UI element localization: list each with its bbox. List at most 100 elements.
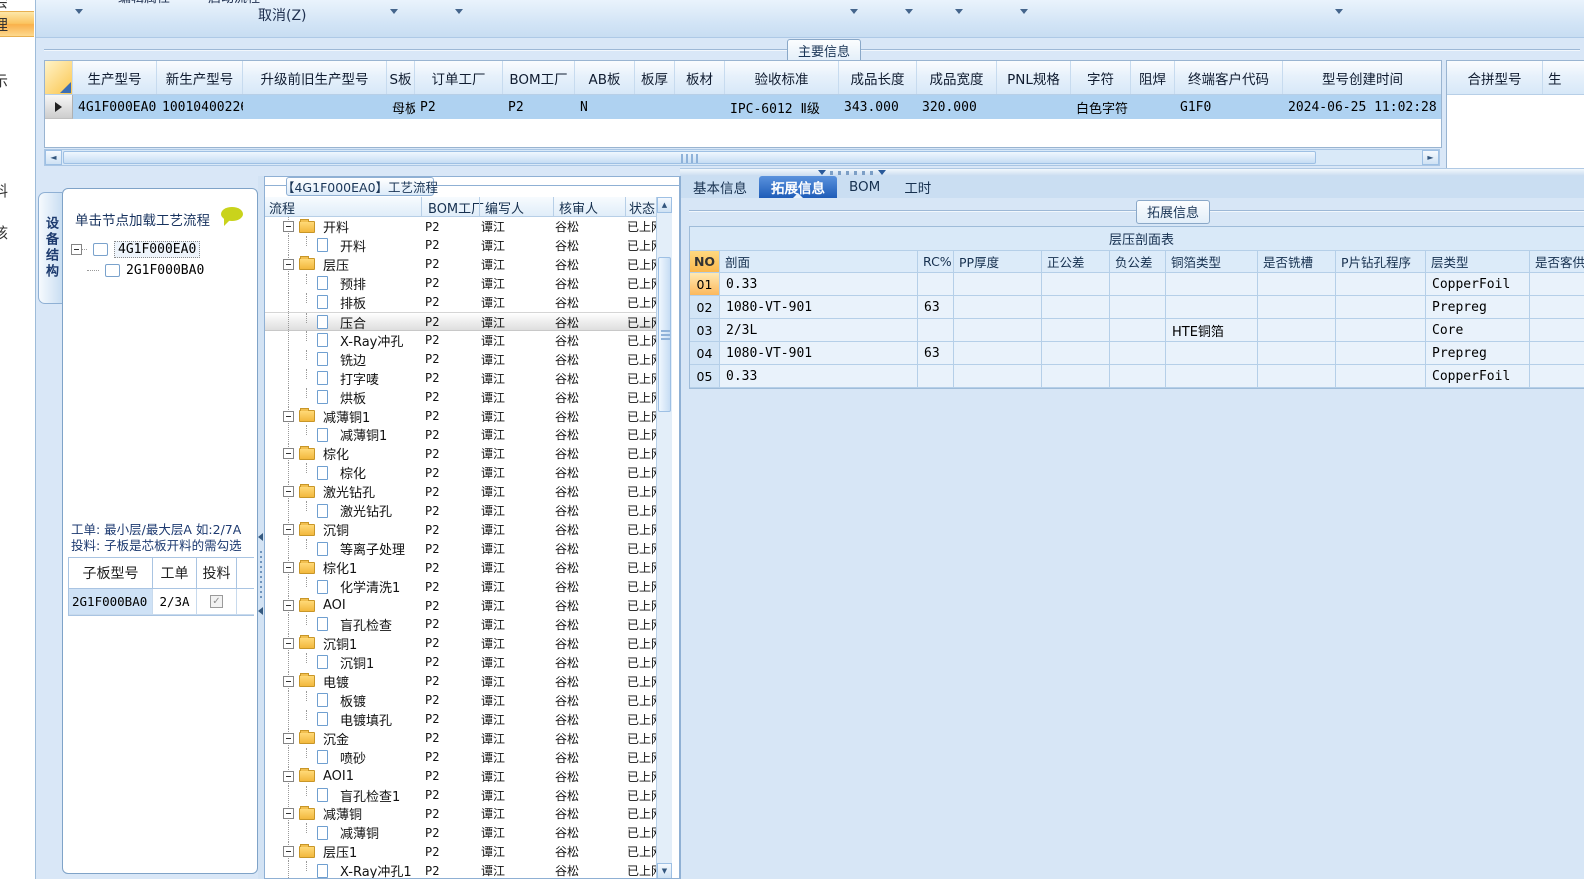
column-header-10[interactable]: 验收标准 [725,61,839,94]
flow-column-header-2[interactable]: BOM工厂 [428,197,484,217]
vertical-scrollbar-thumb[interactable] [658,257,671,412]
collapse-icon[interactable] [283,637,294,649]
collapse-icon[interactable] [283,486,294,498]
flow-row-等离子处理[interactable]: 等离子处理 P2 谭江 谷松 已上网 [265,539,656,559]
scroll-down-button[interactable]: ▼ [657,863,672,878]
collapse-icon[interactable] [283,846,294,858]
collapse-icon[interactable] [283,600,294,611]
column-header-1[interactable]: 生产型号 [73,61,157,94]
flow-row-排板[interactable]: 排板 P2 谭江 谷松 已上网 [265,292,656,312]
column-header-12[interactable]: 成品宽度 [917,61,997,94]
flow-row-层压1[interactable]: 层压1 P2 谭江 谷松 已上网 [265,842,656,862]
lam-row-02[interactable]: 02 1080-VT-901 63 Prepreg [690,296,1584,319]
lam-column-header-8[interactable]: 是否铣槽 [1258,251,1336,272]
collapse-icon[interactable] [283,221,294,232]
lam-row-04[interactable]: 04 1080-VT-901 63 Prepreg [690,342,1584,365]
horizontal-scrollbar-thumb[interactable] [63,151,1316,164]
merge-model-column-header[interactable]: 合拼型号 [1447,61,1543,94]
flow-row-预排[interactable]: 预排 P2 谭江 谷松 已上网 [265,273,656,293]
column-header-3[interactable]: 升级前旧生产型号 [243,61,387,94]
column-header-16[interactable]: 终端客户代码 [1175,61,1283,94]
device-tree-root-label[interactable]: 4G1F000EA0 [114,241,201,258]
main-grid-selected-row[interactable]: 4G1F000EA010010400226701母板P2P2NIPC-6012 … [45,95,1441,119]
collapse-icon[interactable] [283,808,294,820]
flow-row-化学清洗1[interactable]: 化学清洗1 P2 谭江 谷松 已上网 [265,577,656,597]
collapse-icon[interactable] [71,244,82,255]
rail-item-clipped[interactable]: 会 [0,0,8,12]
lam-column-header-2[interactable]: 剖面 [720,251,918,272]
toolbar-clipped-edit-label[interactable]: 编辑属性 [118,0,170,6]
column-header-2[interactable]: 新生产型号 [157,61,243,94]
lam-column-header-4[interactable]: PP厚度 [954,251,1042,272]
dropdown-arrow-icon[interactable] [850,9,858,14]
column-header-9[interactable]: 板材 [675,61,725,94]
column-header-8[interactable]: 板厚 [635,61,675,94]
lam-row-05[interactable]: 05 0.33 CopperFoil [690,365,1584,388]
collapse-icon[interactable] [283,562,294,574]
lam-column-header-10[interactable]: 层类型 [1426,251,1530,272]
rail-item-clipped[interactable]: 料 [0,180,8,201]
collapse-icon[interactable] [283,448,294,460]
scroll-right-button[interactable]: ► [1422,150,1439,165]
device-tree-root-row[interactable]: 4G1F000EA0 [71,241,201,258]
toolbar-clipped-start-label[interactable]: 启动流程 [208,0,260,6]
flow-row-AOI1[interactable]: AOI1 P2 谭江 谷松 已上网 [265,766,656,786]
flow-vertical-scrollbar[interactable]: ▲ ▼ [656,197,672,878]
flow-row-开料[interactable]: 开料 P2 谭江 谷松 已上网 [265,235,656,255]
flow-row-棕化[interactable]: 棕化 P2 谭江 谷松 已上网 [265,444,656,464]
flow-row-AOI[interactable]: AOI P2 谭江 谷松 已上网 [265,596,656,615]
work-order-header[interactable]: 工单 [153,558,197,588]
dropdown-arrow-icon[interactable] [1020,9,1028,14]
flow-row-棕化1[interactable]: 棕化1 P2 谭江 谷松 已上网 [265,558,656,578]
flow-row-盲孔检查[interactable]: 盲孔检查 P2 谭江 谷松 已上网 [265,614,656,634]
flow-row-棕化[interactable]: 棕化 P2 谭江 谷松 已上网 [265,463,656,483]
flow-row-铣边[interactable]: 铣边 P2 谭江 谷松 已上网 [265,349,656,369]
flow-row-盲孔检查1[interactable]: 盲孔检查1 P2 谭江 谷松 已上网 [265,785,656,805]
flow-row-X-Ray冲孔1[interactable]: X-Ray冲孔1 P2 谭江 谷松 已上网 [265,861,656,878]
flow-row-减薄铜[interactable]: 减薄铜 P2 谭江 谷松 已上网 [265,823,656,843]
collapse-icon[interactable] [283,770,294,782]
rail-item-clipped[interactable]: 理 [0,14,8,35]
lam-column-header-9[interactable]: P片钻孔程序 [1336,251,1426,272]
flow-column-header-5[interactable]: 状态 [629,197,655,217]
lam-column-header-5[interactable]: 正公差 [1042,251,1110,272]
flow-row-板镀[interactable]: 板镀 P2 谭江 谷松 已上网 [265,690,656,710]
tab-拓展信息[interactable]: 拓展信息 [759,176,837,198]
lam-row-03[interactable]: 03 2/3L HTE铜箔 Core [690,319,1584,342]
flow-row-X-Ray冲孔[interactable]: X-Ray冲孔 P2 谭江 谷松 已上网 [265,330,656,350]
lam-row-01[interactable]: 01 0.33 CopperFoil [690,273,1584,296]
dropdown-arrow-icon[interactable] [905,9,913,14]
grid-corner-cell[interactable] [45,61,73,94]
flow-row-沉铜1[interactable]: 沉铜1 P2 谭江 谷松 已上网 [265,633,656,653]
scroll-up-button[interactable]: ▲ [657,197,672,213]
feeding-checkbox[interactable]: ✓ [210,595,223,608]
flow-row-激光钻孔[interactable]: 激光钻孔 P2 谭江 谷松 已上网 [265,482,656,502]
flow-column-header-1[interactable]: 流程 [269,197,295,217]
flow-row-喷砂[interactable]: 喷砂 P2 谭江 谷松 已上网 [265,747,656,767]
flow-row-减薄铜1[interactable]: 减薄铜1 P2 谭江 谷松 已上网 [265,425,656,445]
device-tree-child-label[interactable]: 2G1F000BA0 [126,263,204,278]
column-header-4[interactable]: S板 [387,61,415,94]
flow-row-减薄铜1[interactable]: 减薄铜1 P2 谭江 谷松 已上网 [265,406,656,426]
column-header-11[interactable]: 成品长度 [839,61,917,94]
flow-row-压合[interactable]: 压合 P2 谭江 谷松 已上网 [265,311,656,332]
collapse-icon[interactable] [283,524,294,536]
feeding-header[interactable]: 投料 [197,558,237,588]
lam-column-header-7[interactable]: 铜箔类型 [1166,251,1258,272]
dropdown-arrow-icon[interactable] [955,9,963,14]
tab-BOM[interactable]: BOM [837,176,892,198]
column-header-6[interactable]: BOM工厂 [503,61,575,94]
flow-row-激光钻孔[interactable]: 激光钻孔 P2 谭江 谷松 已上网 [265,501,656,521]
flow-row-层压[interactable]: 层压 P2 谭江 谷松 已上网 [265,254,656,274]
collapse-icon[interactable] [283,410,294,422]
collapse-icon[interactable] [283,675,294,687]
flow-row-开料[interactable]: 开料 P2 谭江 谷松 已上网 [265,217,656,236]
dropdown-arrow-icon[interactable] [75,9,83,14]
flow-column-header-4[interactable]: 核审人 [559,197,598,217]
tab-工时[interactable]: 工时 [892,176,943,198]
subboard-model-header[interactable]: 子板型号 [69,558,153,588]
column-header-15[interactable]: 阻焊 [1131,61,1175,94]
lam-column-header-6[interactable]: 负公差 [1110,251,1166,272]
flow-row-沉铜[interactable]: 沉铜 P2 谭江 谷松 已上网 [265,520,656,540]
merge-partial-column-header[interactable]: 生 [1543,61,1584,94]
